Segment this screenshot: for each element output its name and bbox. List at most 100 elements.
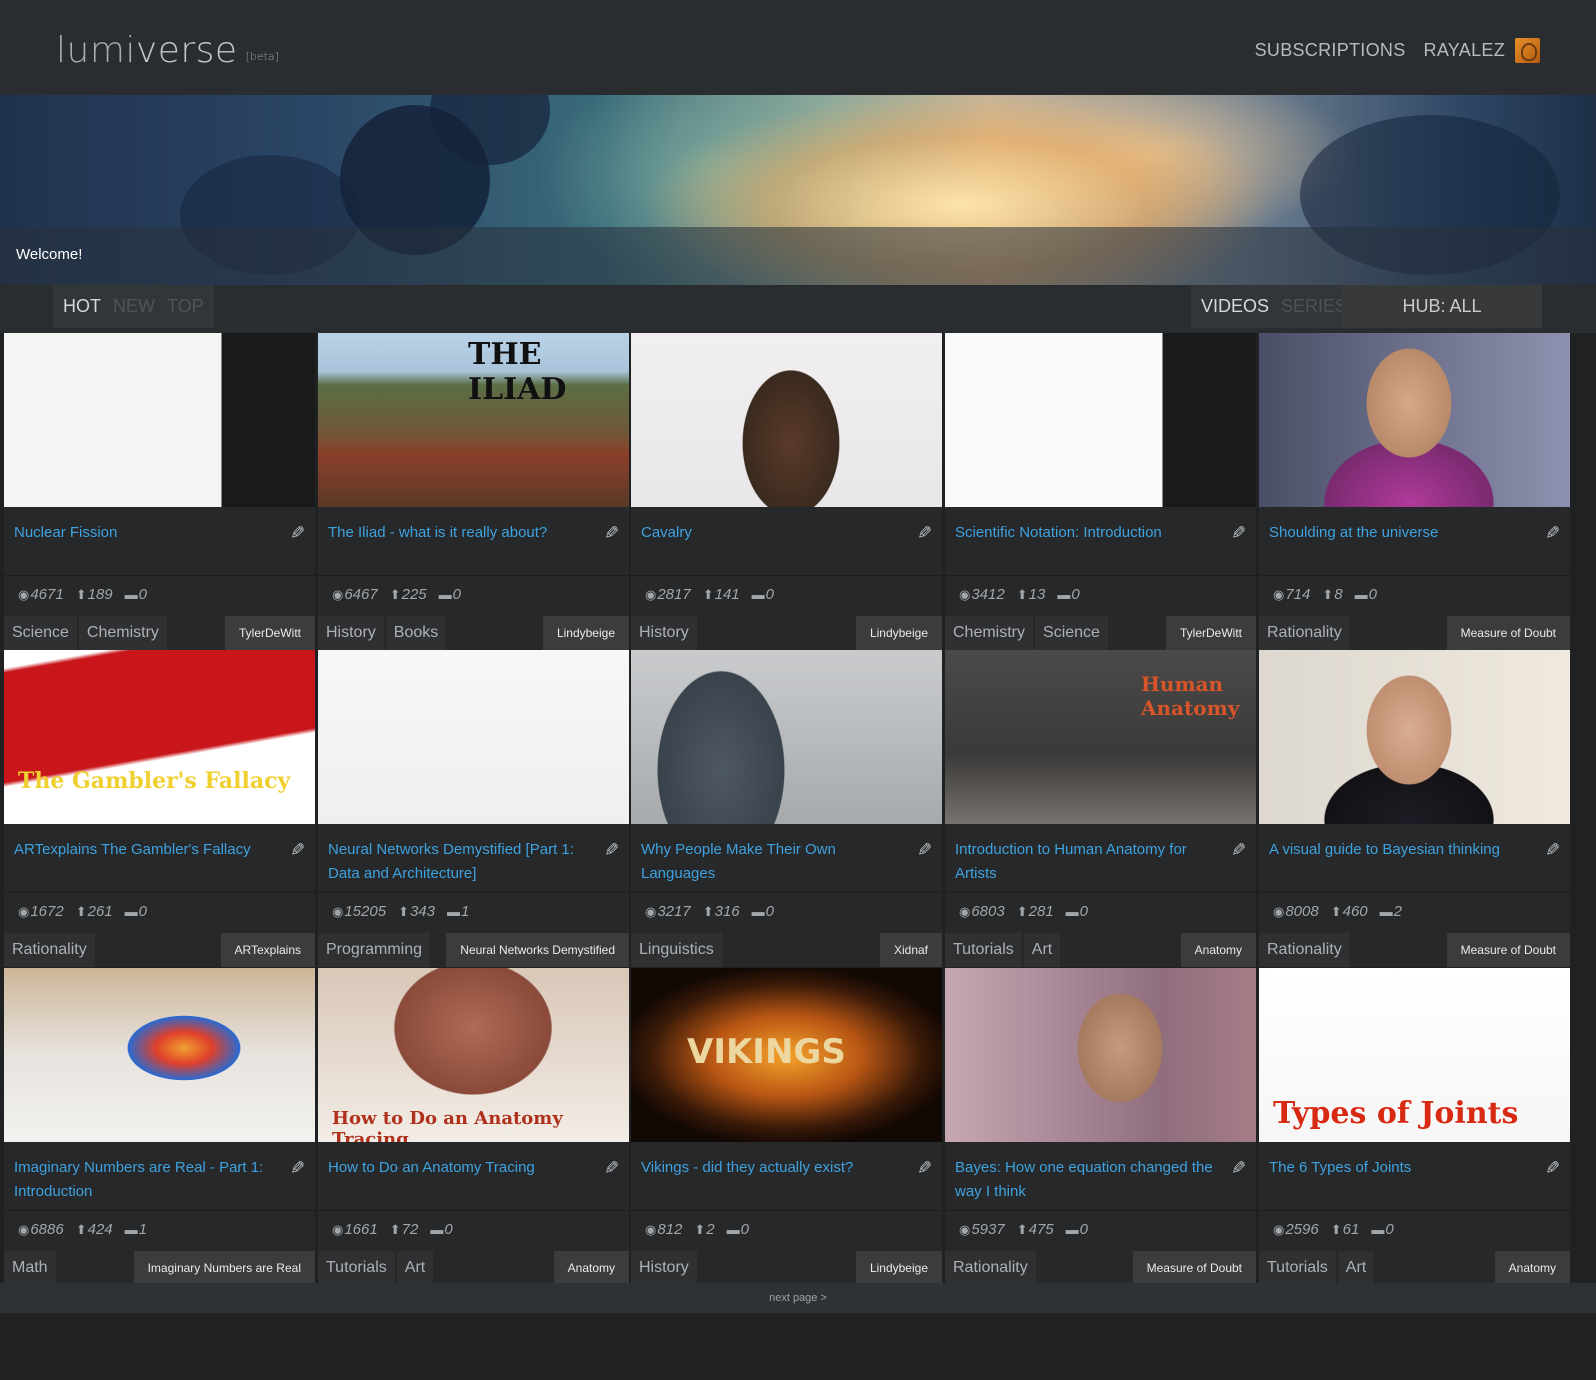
edit-pencil-icon[interactable]: ✎ [1231, 840, 1246, 861]
edit-pencil-icon[interactable]: ✎ [290, 840, 305, 861]
tag-link[interactable]: Tutorials [318, 1251, 395, 1285]
video-card[interactable]: Types of Joints The 6 Types of Joints ✎ ◉25… [1259, 968, 1570, 1285]
channel-link[interactable]: ARTexplains [220, 933, 315, 967]
video-title-link[interactable]: The 6 Types of Joints [1269, 1156, 1534, 1180]
tag-link[interactable]: History [631, 616, 697, 650]
edit-pencil-icon[interactable]: ✎ [1545, 523, 1560, 544]
tab-hot[interactable]: HOT [57, 296, 107, 317]
edit-pencil-icon[interactable]: ✎ [1231, 1158, 1246, 1179]
tag-link[interactable]: Art [396, 1251, 434, 1285]
channel-link[interactable]: Lindybeige [542, 616, 629, 650]
channel-link[interactable]: Imaginary Numbers are Real [133, 1251, 315, 1285]
tag-link[interactable]: Rationality [1259, 616, 1350, 650]
video-card[interactable]: The Gambler's Fallacy ARTexplains The Gam… [4, 650, 315, 967]
video-card[interactable]: THE ILIAD The Iliad - what is it really a… [318, 333, 629, 650]
tag-link[interactable]: Art [1023, 933, 1061, 967]
tag-link[interactable]: Programming [318, 933, 431, 967]
edit-pencil-icon[interactable]: ✎ [1545, 1158, 1560, 1179]
video-thumbnail[interactable]: THE ILIAD [318, 333, 629, 507]
tab-new[interactable]: NEW [107, 296, 161, 317]
edit-pencil-icon[interactable]: ✎ [917, 840, 932, 861]
video-card[interactable]: Scientific Notation: Introduction ✎ ◉3412 ⬆… [945, 333, 1256, 650]
video-title-link[interactable]: The Iliad - what is it really about? [328, 521, 593, 545]
channel-link[interactable]: Measure of Doubt [1446, 616, 1570, 650]
video-thumbnail[interactable]: Types of Joints [1259, 968, 1570, 1142]
video-thumbnail[interactable]: Human Anatomy [945, 650, 1256, 824]
tag-link[interactable]: Rationality [1259, 933, 1350, 967]
edit-pencil-icon[interactable]: ✎ [290, 523, 305, 544]
tag-link[interactable]: Science [4, 616, 77, 650]
tag-link[interactable]: Science [1035, 616, 1108, 650]
tag-link[interactable]: Tutorials [1259, 1251, 1336, 1285]
tag-link[interactable]: History [631, 1251, 697, 1285]
edit-pencil-icon[interactable]: ✎ [917, 1158, 932, 1179]
edit-pencil-icon[interactable]: ✎ [604, 1158, 619, 1179]
video-title-link[interactable]: Cavalry [641, 521, 906, 545]
video-card[interactable]: Cavalry ✎ ◉2817 ⬆141 ▬0 History Lindybeige [631, 333, 942, 650]
subscriptions-link[interactable]: SUBSCRIPTIONS [1255, 40, 1406, 61]
tag-link[interactable]: Rationality [945, 1251, 1036, 1285]
channel-link[interactable]: Xidnaf [879, 933, 942, 967]
video-title-link[interactable]: How to Do an Anatomy Tracing [328, 1156, 593, 1180]
tag-link[interactable]: Chemistry [945, 616, 1034, 650]
video-card[interactable]: VIKINGS Vikings - did they actually exist… [631, 968, 942, 1285]
video-thumbnail[interactable] [4, 333, 315, 507]
video-thumbnail[interactable] [1259, 650, 1570, 824]
tab-videos[interactable]: VIDEOS [1195, 296, 1275, 317]
channel-link[interactable]: Anatomy [1494, 1251, 1570, 1285]
channel-link[interactable]: Neural Networks Demystified [446, 933, 629, 967]
tag-link[interactable]: Rationality [4, 933, 95, 967]
video-thumbnail[interactable] [1259, 333, 1570, 507]
tag-link[interactable]: Chemistry [78, 616, 167, 650]
edit-pencil-icon[interactable]: ✎ [290, 1158, 305, 1179]
video-title-link[interactable]: Bayes: How one equation changed the way … [955, 1156, 1220, 1204]
video-card[interactable]: Bayes: How one equation changed the way … [945, 968, 1256, 1285]
tag-link[interactable]: Math [4, 1251, 56, 1285]
video-card[interactable]: Human Anatomy Introduction to Human Anato… [945, 650, 1256, 967]
video-title-link[interactable]: Introduction to Human Anatomy for Artist… [955, 838, 1220, 886]
video-card[interactable]: Why People Make Their Own Languages ✎ ◉321… [631, 650, 942, 967]
video-thumbnail[interactable] [4, 968, 315, 1142]
video-title-link[interactable]: Why People Make Their Own Languages [641, 838, 906, 886]
tag-link[interactable]: History [318, 616, 384, 650]
channel-link[interactable]: Lindybeige [855, 1251, 942, 1285]
tag-link[interactable]: Tutorials [945, 933, 1022, 967]
video-thumbnail[interactable] [318, 650, 629, 824]
tag-link[interactable]: Linguistics [631, 933, 722, 967]
video-thumbnail[interactable]: How to Do an Anatomy Tracing [318, 968, 629, 1142]
video-card[interactable]: Imaginary Numbers are Real - Part 1: Int… [4, 968, 315, 1285]
video-thumbnail[interactable]: The Gambler's Fallacy [4, 650, 315, 824]
video-card[interactable]: Shoulding at the universe ✎ ◉714 ⬆8 ▬0 Ration… [1259, 333, 1570, 650]
video-title-link[interactable]: A visual guide to Bayesian thinking [1269, 838, 1534, 862]
video-card[interactable]: Neural Networks Demystified [Part 1: Dat… [318, 650, 629, 967]
tab-top[interactable]: TOP [161, 296, 210, 317]
edit-pencil-icon[interactable]: ✎ [604, 523, 619, 544]
edit-pencil-icon[interactable]: ✎ [1231, 523, 1246, 544]
channel-link[interactable]: TylerDeWitt [1165, 616, 1256, 650]
user-avatar-icon[interactable] [1515, 38, 1540, 63]
next-page-link[interactable]: next page > [769, 1292, 827, 1304]
edit-pencil-icon[interactable]: ✎ [917, 523, 932, 544]
tag-link[interactable]: Books [385, 616, 447, 650]
video-thumbnail[interactable] [945, 333, 1256, 507]
user-menu-link[interactable]: RAYALEZ [1424, 40, 1505, 61]
video-title-link[interactable]: Scientific Notation: Introduction [955, 521, 1220, 545]
video-thumbnail[interactable] [631, 650, 942, 824]
video-thumbnail[interactable]: VIKINGS [631, 968, 942, 1142]
video-thumbnail[interactable] [945, 968, 1256, 1142]
edit-pencil-icon[interactable]: ✎ [604, 840, 619, 861]
channel-link[interactable]: TylerDeWitt [224, 616, 315, 650]
hub-selector[interactable]: HUB: ALL [1342, 285, 1542, 328]
video-title-link[interactable]: Imaginary Numbers are Real - Part 1: Int… [14, 1156, 279, 1204]
video-title-link[interactable]: Nuclear Fission [14, 521, 279, 545]
video-title-link[interactable]: Shoulding at the universe [1269, 521, 1534, 545]
video-card[interactable]: A visual guide to Bayesian thinking ✎ ◉800… [1259, 650, 1570, 967]
edit-pencil-icon[interactable]: ✎ [1545, 840, 1560, 861]
site-logo[interactable]: lumiverse [beta] [56, 30, 279, 71]
video-title-link[interactable]: Neural Networks Demystified [Part 1: Dat… [328, 838, 593, 886]
channel-link[interactable]: Measure of Doubt [1446, 933, 1570, 967]
video-thumbnail[interactable] [631, 333, 942, 507]
video-card[interactable]: How to Do an Anatomy Tracing How to Do an… [318, 968, 629, 1285]
channel-link[interactable]: Anatomy [1180, 933, 1256, 967]
video-title-link[interactable]: ARTexplains The Gambler's Fallacy [14, 838, 279, 862]
